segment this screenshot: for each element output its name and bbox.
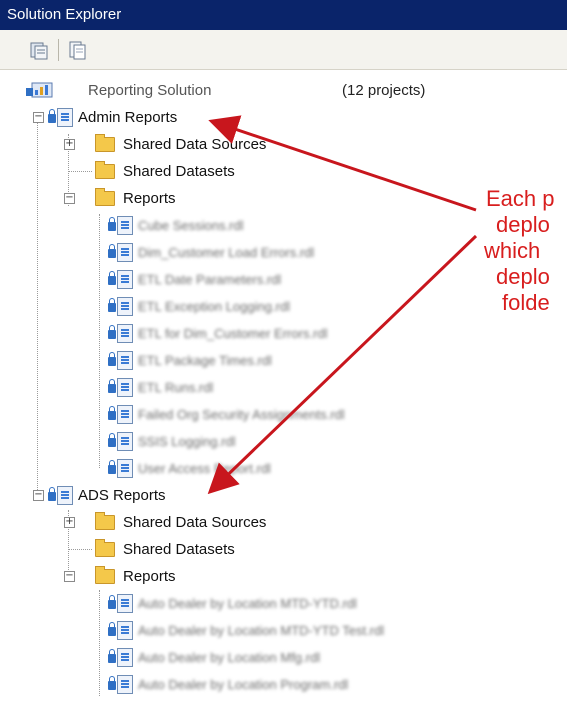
callout-text: Each p deplo which deplo folde: [484, 186, 567, 316]
callout-line: deplo: [496, 264, 550, 289]
callout-line: folde: [502, 290, 550, 315]
annotation-arrows: [207, 115, 478, 495]
callout-line: which: [484, 238, 541, 263]
callout-line: deplo: [496, 212, 550, 237]
callout-line: Each p: [486, 186, 555, 211]
arrow-to-admin-reports: [208, 115, 477, 212]
arrow-to-ads-reports: [207, 234, 478, 495]
